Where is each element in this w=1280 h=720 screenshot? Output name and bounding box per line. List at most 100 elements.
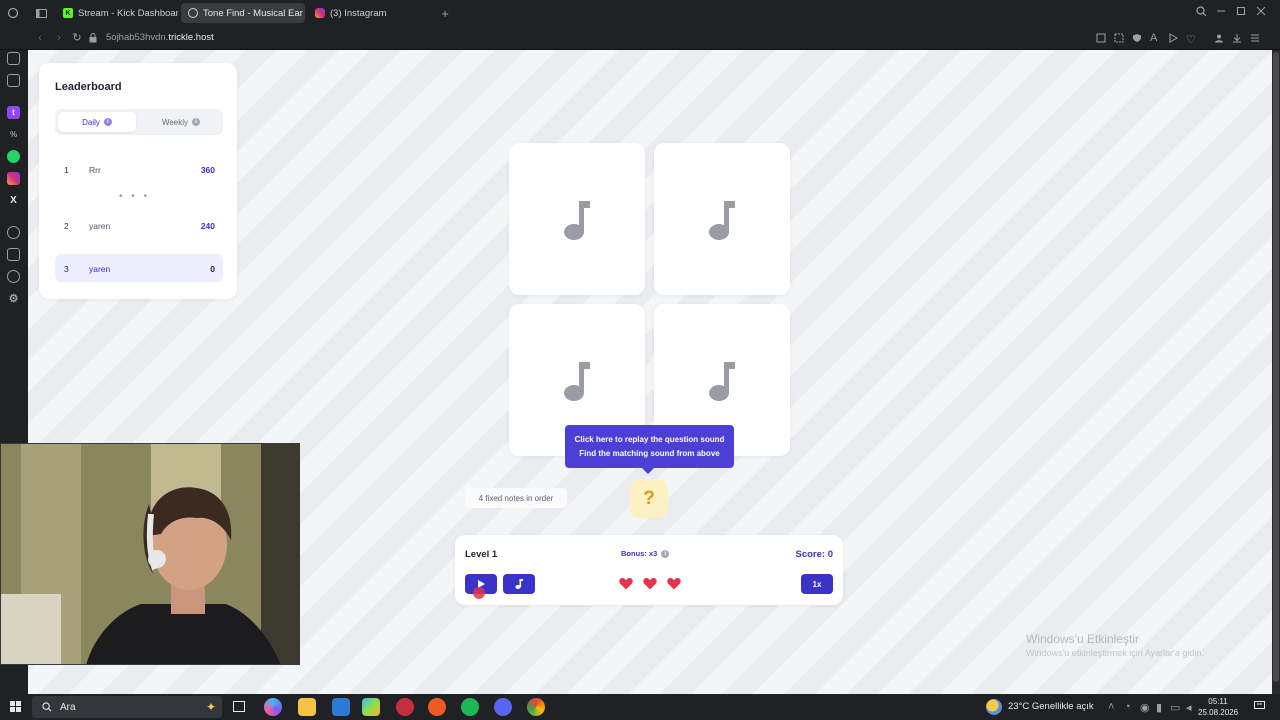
tab-daily[interactable]: Daily i [58,112,136,132]
instagram-icon[interactable] [7,172,20,185]
spotify-icon[interactable] [461,698,479,716]
weather-text[interactable]: 23°C Genellikle açık [1008,701,1094,712]
tab-kick-dashboard[interactable]: K Stream - Kick Dashboard [56,3,178,23]
whatsapp-icon[interactable] [7,150,20,163]
notes-button[interactable] [503,574,535,594]
info-icon[interactable]: i [192,118,201,126]
shield-icon[interactable] [1132,33,1142,43]
row-name: yaren [89,221,111,231]
tab-tone-find[interactable]: Tone Find - Musical Ear Tr [181,3,305,23]
clock-time: 05:11 [1208,697,1228,706]
sidebar-clock-icon[interactable] [7,226,20,239]
url-field[interactable]: 5ojhab53hvdn.trickle.host [106,32,214,43]
browser-logo-icon[interactable] [0,7,26,19]
instagram-logo-icon [315,8,325,18]
leaderboard-title: Leaderboard [55,81,122,93]
address-bar: ‹ › ↻ 5ojhab53hvdn.trickle.host A ♡ [0,26,1280,50]
network-icon[interactable]: ◔ [1124,701,1131,713]
tab-weekly-label: Weekly [161,117,189,127]
discord-icon[interactable] [494,698,512,716]
obs-app-icon[interactable] [396,698,414,716]
menu-icon[interactable] [1250,33,1260,43]
twitch-icon[interactable]: t [7,106,20,119]
close-window-icon[interactable] [1256,6,1266,16]
sidebar-news-icon[interactable] [7,74,20,87]
sidebar-gallery-icon[interactable] [7,52,20,65]
sidebar-history-icon[interactable] [7,270,20,283]
microphone-icon[interactable]: ▮ [1156,701,1162,714]
extensions-icon[interactable] [1096,33,1106,43]
search-icon [42,702,52,712]
download-icon[interactable] [1232,33,1242,43]
tray-chevron-icon[interactable]: ˄ [1108,701,1114,713]
taskbar-clock[interactable]: 05:11 25.08.2026 [1198,696,1238,718]
maximize-icon[interactable] [1236,6,1246,16]
wifi-icon[interactable]: ◉ [1140,701,1150,714]
task-view-icon[interactable] [233,701,245,712]
back-icon[interactable]: ‹ [30,32,50,44]
weather-icon[interactable] [986,699,1002,715]
leaderboard-row-current-user: 3 yaren 0 [55,254,223,282]
replay-tooltip: Click here to replay the question sound … [565,425,734,468]
tab-weekly[interactable]: Weekly i [142,112,220,132]
kick-logo-icon: K [63,8,73,18]
new-tab-plus-icon[interactable]: + [435,6,455,21]
search-placeholder: Ara [60,701,76,713]
music-note-icon [564,201,590,240]
row-name: yaren [89,264,111,274]
activation-watermark-subtitle: Windows'u etkinleştirmek için Ayarlar'a … [1026,648,1204,658]
chrome-icon[interactable] [527,698,545,716]
heart-outline-icon[interactable]: ♡ [1186,33,1196,46]
tooltip-line-2: Find the matching sound from above [579,449,720,458]
notifications-icon[interactable] [1254,701,1265,711]
color-app-icon[interactable] [362,698,380,716]
info-icon[interactable]: i [661,549,670,558]
copilot-icon[interactable] [264,698,282,716]
url-prefix: 5ojhab53hvdn. [106,32,169,43]
volume-icon[interactable]: ◂ [1186,701,1192,714]
bonus-text: Bonus: x3 [621,549,658,558]
tab-instagram[interactable]: (3) Instagram [308,3,432,23]
store-icon[interactable] [332,698,350,716]
browser-tab-bar: K Stream - Kick Dashboard Tone Find - Mu… [0,0,1280,26]
taskbar-search[interactable]: Ara ✦ [32,696,222,718]
reload-icon[interactable]: ↻ [68,31,86,44]
screenshot-icon[interactable] [1114,33,1124,43]
sound-card-2[interactable] [654,143,790,295]
level-label: Level 1 [465,549,498,560]
scrollbar-thumb[interactable] [1273,52,1279,682]
leaderboard-tabs: Daily i Weekly i [55,109,223,135]
row-score: 240 [200,221,215,231]
display-icon[interactable]: ▭ [1170,701,1180,714]
search-tabs-icon[interactable] [1196,6,1207,17]
leaderboard-ellipsis: • • • [119,191,151,202]
file-explorer-icon[interactable] [298,698,316,716]
leaderboard-panel: Leaderboard Daily i Weekly i 1 Rrr 360 •… [39,63,237,299]
settings-gear-icon[interactable]: ⚙ [7,292,20,305]
forward-icon[interactable]: › [50,32,68,44]
sidebar-box-icon[interactable] [7,248,20,261]
leaderboard-row: 2 yaren 240 [55,211,223,239]
info-icon[interactable]: i [103,118,112,126]
tooltip-arrow [642,468,654,474]
bonus-label: Bonus: x3 i [621,549,670,558]
row-rank: 2 [64,221,69,231]
minimize-icon[interactable] [1216,6,1226,16]
replay-question-button[interactable]: ? [630,480,668,518]
speed-button[interactable]: 1x [801,574,833,594]
sound-card-1[interactable] [509,143,645,295]
translate-icon[interactable]: A [1150,32,1157,44]
heart-icon [619,578,633,590]
media-play-icon[interactable] [1168,33,1178,43]
windows-start-icon[interactable] [10,701,21,712]
tab-sidebar-icon[interactable] [26,8,56,18]
mouse-cursor-indicator [473,587,485,599]
tab-label: Stream - Kick Dashboard [78,7,178,19]
browser-app-icon[interactable] [428,698,446,716]
activation-watermark-title: Windows'u Etkinleştir [1026,632,1139,646]
score-label: Score: 0 [795,549,834,560]
sidebar-percent-icon[interactable]: % [7,128,20,141]
row-rank: 1 [64,165,69,175]
x-twitter-icon[interactable]: X [7,194,20,207]
profile-icon[interactable] [1214,33,1224,43]
